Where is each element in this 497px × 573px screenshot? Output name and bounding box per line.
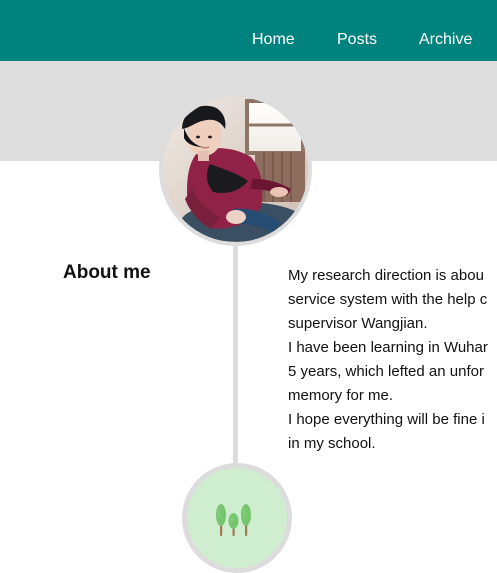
about-text-line: in my school. <box>288 435 376 452</box>
trees-icon <box>216 504 251 536</box>
timeline-end-marker <box>182 463 292 573</box>
about-text-line: supervisor Wangjian. <box>288 315 428 332</box>
avatar-photo-icon <box>163 97 308 242</box>
profile-avatar <box>159 93 312 246</box>
about-text-line: My research direction is abou <box>288 267 484 284</box>
nav-posts-link[interactable]: Posts <box>337 31 377 49</box>
about-text-line: memory for me. <box>288 387 394 404</box>
about-text-line: 5 years, which lefted an unfor <box>288 363 484 380</box>
about-text-line: I hope everything will be fine i <box>288 411 485 428</box>
timeline-line <box>233 246 238 476</box>
about-me-text: My research direction is abou service sy… <box>288 264 497 456</box>
nav-home-link[interactable]: Home <box>252 31 295 49</box>
about-me-heading: About me <box>63 262 151 283</box>
nav-archive-link[interactable]: Archive <box>419 31 472 49</box>
about-text-line: I have been learning in Wuhar <box>288 339 488 356</box>
top-navigation-bar: Home Posts Archive <box>0 0 497 61</box>
about-text-line: service system with the help c <box>288 291 488 308</box>
